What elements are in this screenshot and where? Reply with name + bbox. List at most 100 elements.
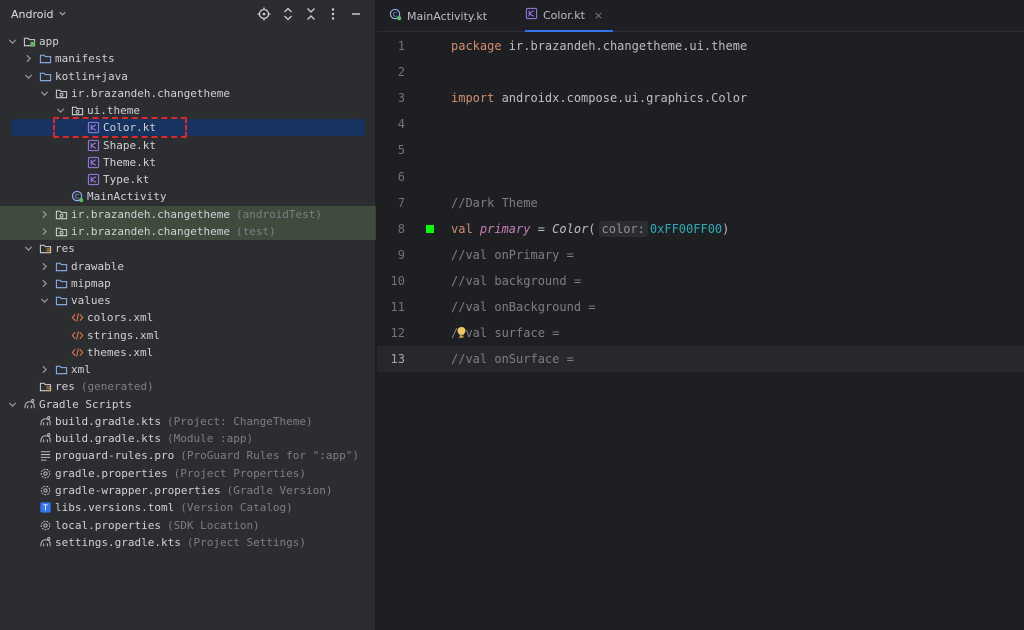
chevron-down-icon[interactable] (38, 87, 50, 99)
color-swatch-icon[interactable] (426, 224, 434, 233)
chevron-down-icon[interactable] (6, 398, 18, 410)
tree-row-label: themes.xml (87, 345, 154, 359)
tree-row-label: Shape.kt (103, 138, 156, 152)
tree-row[interactable]: ui.theme (0, 102, 376, 119)
code-line[interactable]: 12 //val surface = (377, 320, 1024, 346)
tree-row-label: build.gradle.kts (55, 432, 161, 446)
tree-row-label: colors.xml (87, 311, 154, 325)
tree-row[interactable]: colors.xml (0, 309, 376, 326)
code-line[interactable]: 8 val primary = Color(color: 0xFF00FF00) (377, 216, 1024, 242)
tree-row[interactable]: settings.gradle.kts (Project Settings) (0, 534, 376, 551)
code-line[interactable]: 13 //val onSurface = (377, 346, 1024, 373)
tree-row[interactable]: xml (0, 361, 376, 378)
tree-row[interactable]: res (generated) (0, 378, 376, 395)
svg-text:C: C (393, 10, 398, 18)
chevron-down-icon[interactable] (22, 243, 34, 255)
line-number: 13 (390, 352, 405, 367)
chevron-right-icon[interactable] (38, 364, 50, 376)
editor-tab-bar: C MainActivity.kt Color.kt × (377, 0, 1024, 32)
code-line[interactable]: 5 (377, 137, 1024, 163)
editor-tab[interactable]: Color.kt × (525, 0, 614, 32)
line-number: 9 (397, 247, 405, 262)
tree-row-hint: (Project Properties) (173, 466, 307, 480)
tree-row-label: proguard-rules.pro (55, 449, 175, 463)
line-number: 7 (397, 195, 405, 210)
tree-row[interactable]: proguard-rules.pro (ProGuard Rules for ":… (0, 447, 376, 464)
more-options-icon[interactable] (325, 6, 341, 22)
res-folder-icon (38, 242, 52, 256)
tree-row[interactable]: kotlin+java (0, 68, 376, 85)
tree-row[interactable]: C MainActivity (0, 188, 376, 205)
line-number: 4 (397, 117, 405, 132)
code-line[interactable]: 9 //val onPrimary = (377, 242, 1024, 268)
code-line[interactable]: 7 //Dark Theme (377, 190, 1024, 216)
tree-row[interactable]: res (0, 240, 376, 257)
tree-row[interactable]: Tlibs.versions.toml (Version Catalog) (0, 499, 376, 516)
code-token: //val onBackground = (451, 300, 596, 314)
tree-row[interactable]: themes.xml (0, 344, 376, 361)
tree-row[interactable]: gradle.properties (Project Properties) (0, 465, 376, 482)
tree-row[interactable]: Color.kt (0, 119, 376, 136)
tree-row[interactable]: local.properties (SDK Location) (0, 517, 376, 534)
expand-all-icon[interactable] (280, 6, 296, 22)
code-token: package (451, 39, 509, 53)
line-number: 12 (390, 326, 405, 341)
svg-text:C: C (74, 193, 79, 201)
tree-row-label: kotlin+java (55, 69, 128, 83)
tree-row[interactable]: build.gradle.kts (Module :app) (0, 430, 376, 447)
tree-row[interactable]: values (0, 292, 376, 309)
tree-row-label: xml (71, 363, 91, 377)
tree-row[interactable]: ir.brazandeh.changetheme (0, 85, 376, 102)
tree-row[interactable]: Theme.kt (0, 154, 376, 171)
lightbulb-icon[interactable] (456, 326, 467, 342)
tree-row[interactable]: Gradle Scripts (0, 396, 376, 413)
chevron-right-icon[interactable] (38, 277, 50, 289)
code-line[interactable]: 10 //val background = (377, 268, 1024, 294)
tree-row[interactable]: strings.xml (0, 327, 376, 344)
xml-file-icon (70, 328, 84, 342)
project-view-selector[interactable]: Android (11, 8, 67, 21)
tree-row[interactable]: ir.brazandeh.changetheme (test) (0, 222, 376, 240)
chevron-right-icon[interactable] (38, 260, 50, 272)
tree-row-hint: (Project Settings) (186, 535, 307, 549)
res-folder-icon (38, 380, 52, 394)
editor-tab[interactable]: C MainActivity.kt (389, 0, 487, 32)
tree-row-hint: (generated) (80, 380, 154, 394)
chevron-down-icon[interactable] (6, 36, 18, 48)
line-number: 6 (397, 169, 405, 184)
tree-row[interactable]: Type.kt (0, 171, 376, 188)
tree-row[interactable]: app (0, 33, 376, 50)
folder-icon (54, 259, 68, 273)
chevron-right-icon[interactable] (22, 53, 34, 65)
tree-row[interactable]: gradle-wrapper.properties (Gradle Version… (0, 482, 376, 499)
chevron-down-icon[interactable] (22, 70, 34, 82)
tree-row-hint: (test) (235, 224, 276, 238)
collapse-all-icon[interactable] (303, 6, 319, 22)
folder-icon (54, 363, 68, 377)
tree-row[interactable]: Shape.kt (0, 137, 376, 154)
chevron-right-icon[interactable] (38, 225, 50, 237)
code-line[interactable]: 2 (377, 59, 1024, 85)
hide-panel-icon[interactable] (348, 6, 364, 22)
tree-row[interactable]: manifests (0, 50, 376, 67)
tree-row[interactable]: build.gradle.kts (Project: ChangeTheme) (0, 413, 376, 430)
chevron-down-icon[interactable] (38, 295, 50, 307)
code-token: //val onSurface = (451, 352, 574, 367)
tree-row[interactable]: ir.brazandeh.changetheme (androidTest) (0, 205, 376, 223)
locate-file-icon[interactable] (256, 6, 272, 22)
chevron-right-icon[interactable] (38, 208, 50, 220)
folder-icon (54, 294, 68, 308)
code-line[interactable]: 3 import androidx.compose.ui.graphics.Col… (377, 85, 1024, 111)
code-line[interactable]: 1 package ir.brazandeh.changetheme.ui.the… (377, 33, 1024, 59)
chevron-down-icon[interactable] (54, 105, 66, 117)
close-icon[interactable]: × (594, 9, 603, 22)
svg-text:T: T (41, 503, 48, 513)
gradle-icon (38, 535, 52, 549)
code-line[interactable]: 11 //val onBackground = (377, 294, 1024, 320)
tree-row[interactable]: drawable (0, 258, 376, 275)
code-editor: C MainActivity.kt Color.kt × 1 package ir.br… (377, 0, 1024, 630)
tree-row[interactable]: mipmap (0, 275, 376, 292)
line-number: 3 (397, 91, 405, 106)
code-line[interactable]: 4 (377, 111, 1024, 137)
code-line[interactable]: 6 (377, 164, 1024, 190)
